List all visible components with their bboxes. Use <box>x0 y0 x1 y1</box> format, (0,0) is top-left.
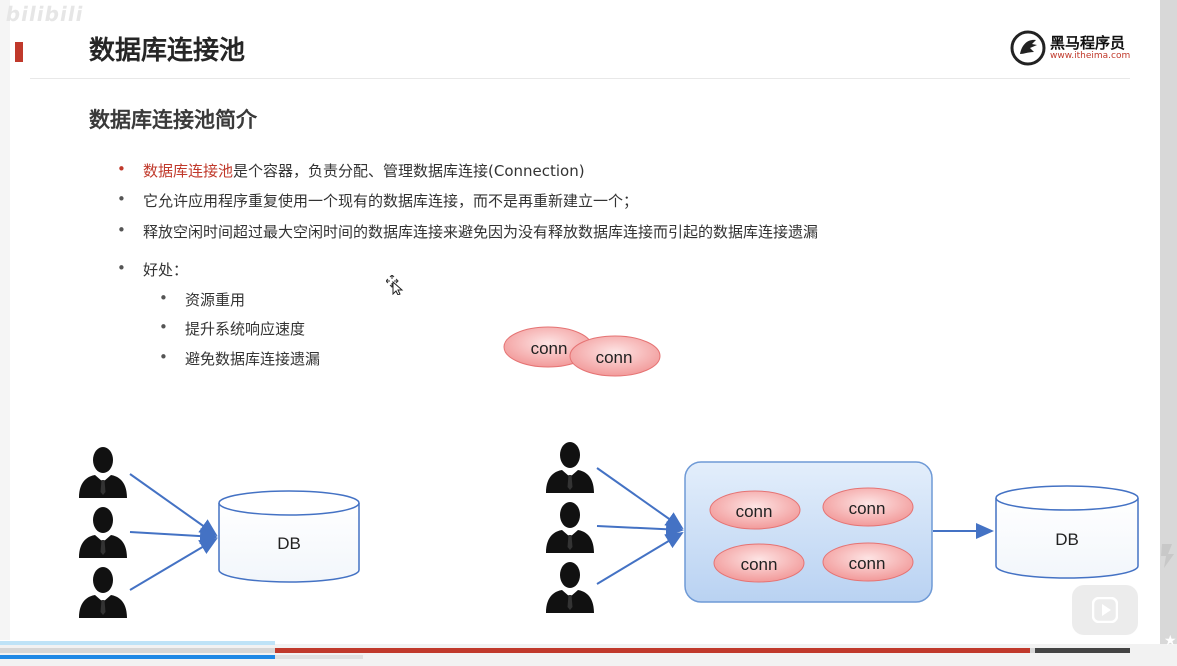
conn-label: conn <box>849 499 886 518</box>
conn-ellipse: conn <box>709 490 801 530</box>
conn-ellipse: conn <box>713 543 805 583</box>
progress-played[interactable] <box>0 655 275 659</box>
conn-label: conn <box>736 502 773 521</box>
request-arrow <box>596 521 684 538</box>
database-icon: DB <box>218 490 360 583</box>
person-icon <box>79 567 127 618</box>
connection-pool-diagram: conn conn DB conn conn conn conn DB <box>79 326 1139 618</box>
progress-marker-segment <box>275 648 1030 653</box>
conn-label: conn <box>531 339 568 358</box>
side-decoration-icon <box>1161 544 1174 568</box>
conn-ellipse: conn <box>569 335 661 377</box>
person-icon <box>546 562 594 613</box>
request-arrow <box>129 537 218 591</box>
play-icon <box>1092 597 1118 623</box>
conn-label: conn <box>596 348 633 367</box>
progress-buffered <box>275 655 363 659</box>
person-icon <box>546 502 594 553</box>
db-label: DB <box>277 534 301 553</box>
slide-stage: bilibili 数据库连接池 黑马程序员 www.itheima.com 数据… <box>0 0 1177 666</box>
db-label: DB <box>1055 530 1079 549</box>
conn-ellipse: conn <box>822 542 914 582</box>
request-arrow <box>129 528 218 545</box>
star-icon[interactable]: ★ <box>1164 633 1177 649</box>
person-icon <box>546 442 594 493</box>
buffer-indicator <box>0 641 275 645</box>
request-arrow <box>596 531 684 585</box>
connection-pool-box <box>684 461 933 603</box>
conn-label: conn <box>849 554 886 573</box>
request-arrow <box>129 473 218 537</box>
conn-label: conn <box>741 555 778 574</box>
person-icon <box>79 447 127 498</box>
conn-ellipse: conn <box>822 487 914 527</box>
play-button[interactable] <box>1072 585 1138 635</box>
request-arrow <box>596 467 684 530</box>
person-icon <box>79 507 127 558</box>
database-icon: DB <box>995 485 1139 579</box>
progress-dark-segment <box>1035 648 1130 653</box>
